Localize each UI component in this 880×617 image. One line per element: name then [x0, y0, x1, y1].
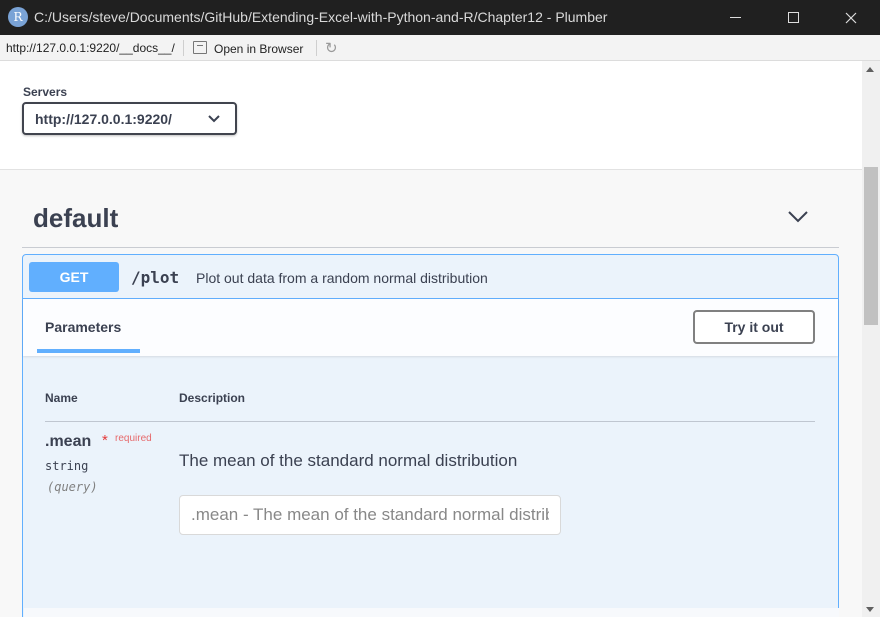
- get-operation-block: GET /plot Plot out data from a random no…: [22, 254, 839, 617]
- scroll-thumb[interactable]: [864, 167, 878, 325]
- swagger-page: Servers http://127.0.0.1:9220/ default G…: [0, 61, 862, 617]
- parameters-divider: [45, 421, 815, 422]
- minimize-button[interactable]: [706, 0, 764, 35]
- r-app-icon: R: [8, 7, 28, 27]
- scroll-down-icon[interactable]: [866, 607, 874, 612]
- method-badge: GET: [29, 262, 119, 292]
- viewer-url[interactable]: http://127.0.0.1:9220/__docs__/: [6, 41, 175, 55]
- chevron-down-icon[interactable]: [787, 208, 809, 224]
- parameters-header: Parameters Try it out: [23, 299, 838, 356]
- chevron-down-icon: [208, 115, 220, 123]
- close-button[interactable]: [822, 0, 880, 35]
- toolbar-divider: [183, 40, 184, 56]
- parameter-location: (query): [47, 480, 98, 494]
- servers-label: Servers: [23, 85, 68, 99]
- server-select[interactable]: http://127.0.0.1:9220/: [22, 102, 237, 135]
- tab-parameters[interactable]: Parameters: [45, 319, 121, 335]
- minimize-icon: [729, 17, 741, 18]
- vertical-scrollbar[interactable]: [862, 61, 880, 617]
- tag-heading[interactable]: default: [33, 203, 118, 234]
- parameter-description: The mean of the standard normal distribu…: [179, 451, 518, 470]
- maximize-icon: [787, 12, 799, 23]
- mean-input[interactable]: [179, 495, 561, 535]
- window-titlebar: R C:/Users/steve/Documents/GitHub/Extend…: [0, 0, 880, 35]
- open-in-browser-icon[interactable]: [193, 41, 207, 54]
- tab-underline: [37, 349, 140, 353]
- window-title: C:/Users/steve/Documents/GitHub/Extendin…: [34, 9, 608, 25]
- operation-description: Plot out data from a random normal distr…: [196, 270, 488, 286]
- try-it-out-button[interactable]: Try it out: [693, 310, 815, 344]
- parameter-type: string: [45, 459, 89, 473]
- tag-divider: [22, 247, 839, 248]
- operation-path: /plot: [131, 268, 180, 287]
- column-header-name: Name: [45, 391, 78, 405]
- required-label: required: [115, 433, 152, 444]
- required-marker: *: [102, 432, 108, 449]
- open-in-browser-button[interactable]: Open in Browser: [214, 42, 303, 56]
- scroll-up-icon[interactable]: [866, 67, 874, 72]
- viewer-toolbar: http://127.0.0.1:9220/__docs__/ Open in …: [0, 35, 880, 61]
- toolbar-divider: [316, 40, 317, 56]
- refresh-icon[interactable]: ↻: [325, 39, 338, 57]
- maximize-button[interactable]: [764, 0, 822, 35]
- server-select-value: http://127.0.0.1:9220/: [35, 111, 172, 127]
- parameter-name: .mean: [45, 433, 92, 450]
- operation-footer: [24, 608, 839, 617]
- column-header-description: Description: [179, 391, 246, 405]
- operation-summary[interactable]: GET /plot Plot out data from a random no…: [23, 255, 838, 299]
- close-icon: [845, 12, 857, 23]
